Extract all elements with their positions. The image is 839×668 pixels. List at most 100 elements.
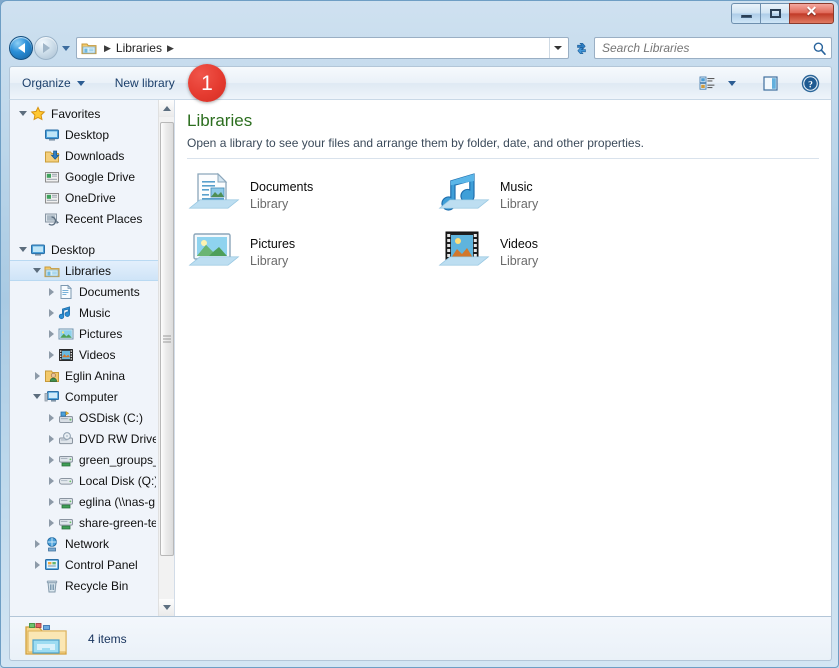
triangle-up-icon [163,106,171,111]
collapse-triangle-icon[interactable] [30,390,44,404]
new-library-button[interactable]: New library [107,72,183,94]
forward-button[interactable] [34,36,58,60]
sidebar-item-dvd-rw-drive[interactable]: DVD RW Drive ( [10,428,158,449]
expand-triangle-icon[interactable] [30,558,44,572]
address-bar[interactable]: ▶ Libraries ▶ [76,37,569,59]
search-icon [813,41,826,55]
expand-triangle-icon[interactable] [44,495,58,509]
back-button[interactable] [9,36,33,60]
sidebar-item-label: Pictures [79,326,123,341]
recent-pages-button[interactable] [58,38,74,58]
scrollbar-thumb[interactable] [160,122,174,556]
preview-pane-icon [762,75,778,91]
library-item-text: Music Library [500,179,538,213]
sidebar-item-onedrive[interactable]: OneDrive [10,187,158,208]
sidebar-item-google-drive[interactable]: Google Drive [10,166,158,187]
sidebar-item-music[interactable]: Music [10,302,158,323]
minimize-button[interactable] [731,2,760,24]
arrow-right-icon [42,43,50,53]
sidebar-item-desktop[interactable]: Desktop [10,239,158,260]
library-item-name: Music [500,179,533,194]
help-button[interactable]: ? [797,71,823,95]
library-item-documents[interactable]: Documents Library [183,167,433,224]
address-dropdown-button[interactable] [549,38,566,58]
organize-button[interactable]: Organize [14,72,93,94]
preview-pane-button[interactable] [757,71,783,95]
library-item-name: Documents [250,179,314,194]
drive-folder-icon [44,190,60,206]
sidebar-item-pictures[interactable]: Pictures [10,323,158,344]
sidebar-item-control-panel[interactable]: Control Panel [10,554,158,575]
drive-folder-icon [44,169,60,185]
navigation-pane: Favorites Desktop Downloads Google Drive One… [10,100,175,616]
sidebar-item-local-disk-q[interactable]: Local Disk (Q:) [10,470,158,491]
sidebar-item-label: Recent Places [65,211,143,226]
hdd-system-icon [58,410,74,426]
sidebar-item-share-green-te[interactable]: share-green-te [10,512,158,533]
library-item-text: Pictures Library [250,236,295,270]
search-box[interactable] [594,37,832,59]
sidebar-item-eglin-anina[interactable]: Eglin Anina [10,365,158,386]
expand-triangle-icon[interactable] [30,537,44,551]
expand-triangle-icon[interactable] [44,453,58,467]
refresh-button[interactable] [570,37,592,59]
sidebar-item-label: Computer [65,389,118,404]
sidebar-item-label: OSDisk (C:) [79,410,143,425]
chevron-down-icon [76,80,85,86]
library-item-music[interactable]: Music Library [433,167,683,224]
sidebar-item-desktop[interactable]: Desktop [10,124,158,145]
collapse-triangle-icon[interactable] [16,243,30,257]
sidebar-item-documents[interactable]: Documents [10,281,158,302]
sidebar-item-recycle-bin[interactable]: Recycle Bin [10,575,158,596]
expand-triangle-icon[interactable] [30,369,44,383]
expand-triangle-icon[interactable] [44,474,58,488]
collapse-triangle-icon[interactable] [16,107,30,121]
network-drive-icon [58,515,74,531]
library-item-kind: Library [500,196,539,211]
breadcrumb-item-libraries[interactable]: Libraries [116,41,162,55]
sidebar-item-downloads[interactable]: Downloads [10,145,158,166]
maximize-button[interactable] [760,2,789,24]
file-list-pane[interactable]: Libraries Open a library to see your fil… [175,100,831,616]
sidebar-item-network[interactable]: Network [10,533,158,554]
search-input[interactable] [602,41,812,55]
control-panel-icon [44,557,60,573]
sidebar-item-green-groups-i[interactable]: green_groups_i [10,449,158,470]
expand-triangle-icon[interactable] [44,348,58,362]
sidebar-item-label: Documents [79,284,140,299]
sidebar-item-label: Network [65,536,110,551]
sidebar-item-recent-places[interactable]: Recent Places [10,208,158,229]
breadcrumb-separator-trailing[interactable]: ▶ [162,43,179,53]
sidebar-item-eglina-nas-g[interactable]: eglina (\\nas-g [10,491,158,512]
expand-triangle-icon[interactable] [44,327,58,341]
library-item-videos[interactable]: Videos Library [433,224,683,281]
videos-library-icon [438,229,490,277]
sidebar-item-osdisk-c[interactable]: OSDisk (C:) [10,407,158,428]
annotation-badge-1: 1 [188,64,226,102]
chevron-down-icon [728,80,736,86]
sidebar-item-libraries[interactable]: Libraries [10,260,158,281]
change-view-button[interactable] [695,71,721,95]
expand-triangle-icon[interactable] [44,411,58,425]
collapse-triangle-icon[interactable] [30,264,44,278]
expand-triangle-icon[interactable] [44,516,58,530]
nav-no-expander [30,191,44,205]
sidebar-item-videos[interactable]: Videos [10,344,158,365]
navigation-scrollbar[interactable] [158,100,174,616]
sidebar-item-favorites[interactable]: Favorites [10,103,158,124]
expand-triangle-icon[interactable] [44,432,58,446]
scroll-up-button[interactable] [159,100,174,117]
library-item-pictures[interactable]: Pictures Library [183,224,433,281]
view-dropdown-button[interactable] [723,71,741,95]
sidebar-item-label: Desktop [51,242,96,257]
close-button[interactable]: ✕ [789,2,834,24]
pictures-library-icon [188,229,240,277]
network-icon [44,536,60,552]
expand-triangle-icon[interactable] [44,306,58,320]
expand-triangle-icon[interactable] [44,285,58,299]
sidebar-item-computer[interactable]: Computer [10,386,158,407]
toolbar-right-group: ? [695,71,827,95]
item-count-label: 4 items [88,631,127,646]
library-grid: Documents Library Music Library Pictures Libr… [175,159,831,281]
scroll-down-button[interactable] [159,599,174,616]
